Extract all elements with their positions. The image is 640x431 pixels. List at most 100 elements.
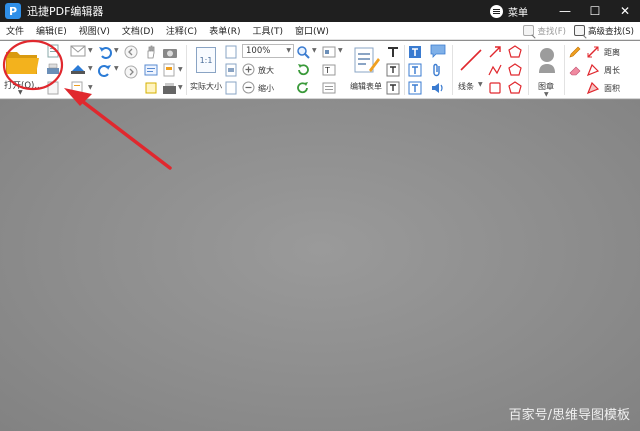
text-box-comment-button[interactable] <box>408 63 422 77</box>
doc-dropdown-icon[interactable]: ▼ <box>88 84 93 91</box>
hand-icon <box>147 45 155 59</box>
pentagon-button[interactable] <box>508 63 522 77</box>
attach-file-button[interactable] <box>430 63 446 77</box>
form-dropdown-icon[interactable]: ▼ <box>338 47 343 54</box>
menu-form[interactable]: 表单(R) <box>203 24 246 37</box>
zoom-out-label: 缩小 <box>258 84 274 93</box>
mail-icon <box>70 45 86 57</box>
menu-view[interactable]: 视图(V) <box>73 24 116 37</box>
undo-button[interactable] <box>98 45 114 59</box>
zoom-in-icon <box>242 63 255 76</box>
actual-size-button[interactable]: 1:1 实际大小 <box>190 43 224 95</box>
menu-document[interactable]: 文档(D) <box>116 24 160 37</box>
redo-button[interactable] <box>98 63 114 77</box>
camera-button[interactable] <box>162 45 178 59</box>
undo-dropdown-icon[interactable]: ▼ <box>114 47 119 54</box>
edit-image-button[interactable] <box>386 81 400 95</box>
next-page-button[interactable] <box>124 65 138 79</box>
arrow-shape-button[interactable] <box>488 45 502 59</box>
form-field-icon <box>322 46 336 58</box>
zoom-dropdown-icon[interactable]: ▼ <box>286 47 291 54</box>
area-label: 面积 <box>604 84 620 93</box>
select-dropdown-icon[interactable]: ▼ <box>178 66 183 73</box>
redo-dropdown-icon[interactable]: ▼ <box>114 65 119 72</box>
previous-page-button[interactable] <box>124 45 138 59</box>
zoom-out-button[interactable]: 缩小 <box>242 81 282 95</box>
distance-label: 距离 <box>604 48 620 57</box>
edit-text-button[interactable] <box>386 63 400 77</box>
maximize-button[interactable]: ☐ <box>580 0 610 22</box>
perimeter-icon <box>586 63 600 77</box>
main-menu-button[interactable]: 菜单 <box>490 4 528 19</box>
fit-visible-button[interactable] <box>225 81 239 95</box>
select-tool-button[interactable] <box>162 63 178 77</box>
stamp-button[interactable]: 图章 <box>532 43 562 95</box>
line-dropdown-icon[interactable]: ▼ <box>478 81 483 88</box>
paperclip-icon <box>433 63 440 77</box>
minimize-button[interactable]: — <box>550 0 580 22</box>
select-text-button[interactable] <box>144 63 158 77</box>
menu-tools[interactable]: 工具(T) <box>246 24 289 37</box>
polygon-icon <box>508 45 522 58</box>
eraser-icon <box>569 66 581 76</box>
text-field-button[interactable] <box>322 45 336 59</box>
main-menu-label: 菜单 <box>508 7 528 19</box>
polygon-button[interactable] <box>508 45 522 59</box>
zoom-input[interactable]: 100% ▼ <box>242 44 294 58</box>
fit-page-button[interactable] <box>225 45 239 59</box>
mail-dropdown-icon[interactable]: ▼ <box>88 47 93 54</box>
new-document-button[interactable] <box>46 44 62 58</box>
fit-width-button[interactable] <box>225 63 239 77</box>
pencil-button[interactable] <box>568 45 582 59</box>
open-dropdown-icon[interactable]: ▼ <box>18 89 23 96</box>
sound-button[interactable] <box>430 81 446 95</box>
edit-form-button[interactable]: 编辑表单 <box>348 43 386 95</box>
distance-button[interactable]: 距离 <box>586 45 636 59</box>
perimeter-button[interactable]: 周长 <box>586 63 636 77</box>
marquee-zoom-button[interactable] <box>296 45 310 59</box>
zoom-in-button[interactable]: 放大 <box>242 63 282 77</box>
speech-bubble-icon <box>430 44 446 58</box>
polyline-button[interactable] <box>488 63 502 77</box>
watermark: 百家号/思维导图模板 <box>508 408 630 423</box>
menu-comment[interactable]: 注释(C) <box>160 24 203 37</box>
snapshot-button[interactable] <box>144 81 158 95</box>
document-workspace[interactable]: 百家号/思维导图模板 <box>0 100 640 431</box>
typewriter-button[interactable] <box>162 81 178 95</box>
camera-icon <box>163 49 177 58</box>
stamp-dropdown-icon[interactable]: ▼ <box>544 91 549 98</box>
typewriter-text-button[interactable] <box>408 45 422 59</box>
menu-file[interactable]: 文件 <box>0 24 30 37</box>
rotate-right-button[interactable] <box>296 81 310 95</box>
area-button[interactable]: 面积 <box>586 81 636 95</box>
document-icon <box>47 81 59 95</box>
open-button[interactable]: 打开(O)... <box>2 43 42 91</box>
scan-dropdown-icon[interactable]: ▼ <box>88 65 93 72</box>
document-properties-button[interactable] <box>46 81 62 95</box>
print-button[interactable] <box>46 63 62 77</box>
hand-tool-button[interactable] <box>144 45 158 59</box>
callout-icon <box>408 81 422 95</box>
text-box-icon: T <box>322 64 336 76</box>
redo-icon <box>98 65 111 77</box>
callout-button[interactable] <box>408 81 422 95</box>
marquee-dropdown-icon[interactable]: ▼ <box>312 47 317 54</box>
find-button[interactable]: 查找(F) <box>523 25 566 37</box>
sticky-note-button[interactable] <box>430 44 446 58</box>
text-box-button[interactable]: T <box>322 63 336 77</box>
rectangle-button[interactable] <box>488 81 502 95</box>
menu-edit[interactable]: 编辑(E) <box>30 24 73 37</box>
typewriter-dropdown-icon[interactable]: ▼ <box>178 84 183 91</box>
add-text-button[interactable] <box>386 45 400 59</box>
eraser-button[interactable] <box>568 63 582 77</box>
advanced-find-button[interactable]: 高级查找(S) <box>573 25 634 37</box>
menu-window[interactable]: 窗口(W) <box>289 24 335 37</box>
rotate-left-button[interactable] <box>296 63 310 77</box>
page-icon <box>71 81 83 95</box>
list-box-button[interactable] <box>322 81 336 95</box>
ellipse-button[interactable] <box>508 81 522 95</box>
edit-text-icon <box>386 63 400 77</box>
svg-text:T: T <box>324 66 330 75</box>
close-button[interactable]: ✕ <box>610 0 640 22</box>
note-icon <box>145 82 157 94</box>
